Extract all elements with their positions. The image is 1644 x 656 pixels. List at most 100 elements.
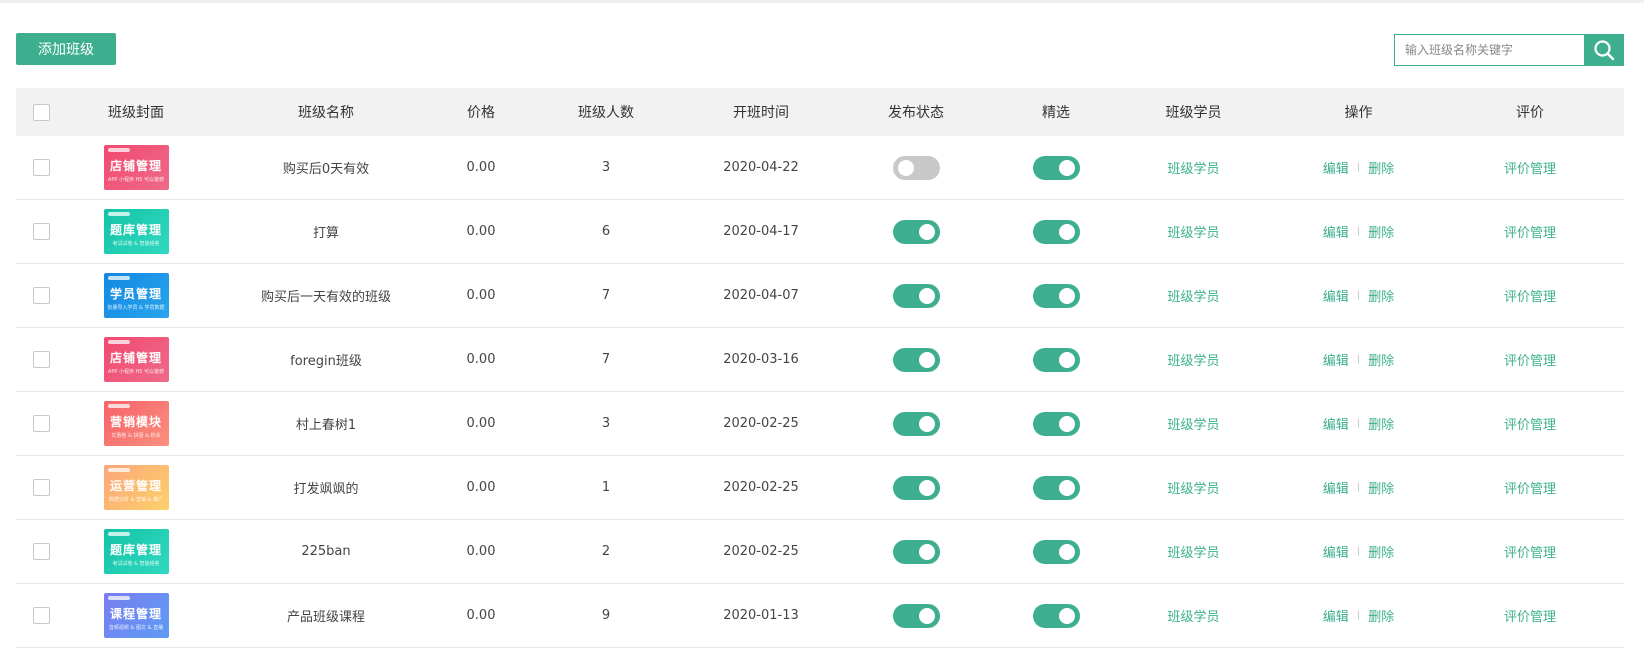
action-separator: | <box>1356 418 1361 429</box>
brand-logo <box>107 404 130 408</box>
class-students-link[interactable]: 班级学员 <box>1167 414 1219 433</box>
publish-toggle[interactable] <box>892 539 940 564</box>
featured-toggle[interactable] <box>1032 411 1080 436</box>
action-separator: | <box>1356 162 1361 173</box>
brand-logo <box>107 532 130 536</box>
delete-link[interactable]: 删除 <box>1368 350 1394 369</box>
delete-link[interactable]: 删除 <box>1368 158 1394 177</box>
search-input[interactable] <box>1394 34 1584 66</box>
action-separator: | <box>1356 546 1361 557</box>
column-header-price: 价格 <box>467 105 495 121</box>
rating-management-link[interactable]: 评价管理 <box>1504 478 1556 497</box>
publish-toggle[interactable] <box>892 283 940 308</box>
class-student-count: 6 <box>601 224 611 239</box>
row-checkbox[interactable] <box>32 607 50 624</box>
delete-link[interactable]: 删除 <box>1368 478 1394 497</box>
brand-logo <box>107 212 130 216</box>
class-student-count: 7 <box>601 288 611 303</box>
class-table: 班级封面 班级名称 价格 班级人数 开班时间 发布状态 精选 班级学员 操作 评… <box>16 88 1624 648</box>
edit-link[interactable]: 编辑 <box>1323 286 1349 305</box>
rating-management-link[interactable]: 评价管理 <box>1504 158 1556 177</box>
class-students-link[interactable]: 班级学员 <box>1167 158 1219 177</box>
row-checkbox[interactable] <box>32 223 50 240</box>
row-checkbox[interactable] <box>32 543 50 560</box>
rating-management-link[interactable]: 评价管理 <box>1504 286 1556 305</box>
delete-link[interactable]: 删除 <box>1368 222 1394 241</box>
search-button[interactable] <box>1584 34 1624 66</box>
add-class-button[interactable]: 添加班级 <box>16 33 116 65</box>
row-checkbox[interactable] <box>32 287 50 304</box>
edit-link[interactable]: 编辑 <box>1323 414 1349 433</box>
rating-management-link[interactable]: 评价管理 <box>1504 606 1556 625</box>
class-name: 225ban <box>301 544 351 559</box>
publish-toggle[interactable] <box>892 219 940 244</box>
cover-subtitle: 批量导入学员 & 学员数据 <box>107 304 165 311</box>
edit-link[interactable]: 编辑 <box>1323 478 1349 497</box>
delete-link[interactable]: 删除 <box>1368 606 1394 625</box>
cover-title: 营销模块 <box>109 414 162 429</box>
edit-link[interactable]: 编辑 <box>1323 606 1349 625</box>
table-body: 店铺管理 APP 小程序 H5 可以装修 购买后0天有效 0.00 3 2020-04-2… <box>16 136 1624 648</box>
search-icon <box>1594 40 1615 61</box>
featured-toggle[interactable] <box>1032 219 1080 244</box>
class-student-count: 9 <box>601 608 611 623</box>
toggle-knob <box>918 223 935 240</box>
class-start-date: 2020-02-25 <box>723 416 799 431</box>
publish-toggle[interactable] <box>892 475 940 500</box>
rating-management-link[interactable]: 评价管理 <box>1504 414 1556 433</box>
top-divider <box>0 0 1644 3</box>
class-cover-image: 营销模块 优惠卷 & 拼团 & 秒杀 <box>103 401 169 446</box>
featured-toggle[interactable] <box>1032 283 1080 308</box>
class-students-link[interactable]: 班级学员 <box>1167 542 1219 561</box>
cover-title: 题库管理 <box>109 542 162 557</box>
publish-toggle[interactable] <box>892 411 940 436</box>
search-bar <box>1394 34 1624 66</box>
class-students-link[interactable]: 班级学员 <box>1167 350 1219 369</box>
class-students-link[interactable]: 班级学员 <box>1167 222 1219 241</box>
row-checkbox[interactable] <box>32 351 50 368</box>
delete-link[interactable]: 删除 <box>1368 286 1394 305</box>
class-name: 打发飒飒的 <box>293 482 359 497</box>
featured-toggle[interactable] <box>1032 475 1080 500</box>
toggle-knob <box>1058 351 1075 368</box>
row-checkbox[interactable] <box>32 159 50 176</box>
cover-subtitle: APP 小程序 H5 可以装修 <box>107 176 165 183</box>
class-price: 0.00 <box>466 288 496 303</box>
class-name: 购买后0天有效 <box>282 162 370 177</box>
cover-title: 课程管理 <box>109 606 162 621</box>
edit-link[interactable]: 编辑 <box>1323 222 1349 241</box>
delete-link[interactable]: 删除 <box>1368 542 1394 561</box>
publish-toggle[interactable] <box>892 603 940 628</box>
publish-toggle[interactable] <box>892 155 940 180</box>
toggle-knob <box>1058 223 1075 240</box>
featured-toggle[interactable] <box>1032 603 1080 628</box>
cover-subtitle: 考试试卷 & 智能组卷 <box>112 240 160 247</box>
rating-management-link[interactable]: 评价管理 <box>1504 350 1556 369</box>
brand-logo <box>107 468 130 472</box>
rating-management-link[interactable]: 评价管理 <box>1504 222 1556 241</box>
toggle-knob <box>1058 415 1075 432</box>
publish-toggle[interactable] <box>892 347 940 372</box>
table-row: 课程管理 音频视频 & 图文 & 直播 产品班级课程 0.00 9 2020-01-13 班… <box>16 584 1624 648</box>
brand-logo <box>107 340 130 344</box>
rating-management-link[interactable]: 评价管理 <box>1504 542 1556 561</box>
class-students-link[interactable]: 班级学员 <box>1167 606 1219 625</box>
class-student-count: 7 <box>601 352 611 367</box>
row-checkbox[interactable] <box>32 479 50 496</box>
class-name: 村上春树1 <box>295 418 357 433</box>
featured-toggle[interactable] <box>1032 539 1080 564</box>
class-students-link[interactable]: 班级学员 <box>1167 286 1219 305</box>
edit-link[interactable]: 编辑 <box>1323 350 1349 369</box>
class-start-date: 2020-02-25 <box>723 544 799 559</box>
edit-link[interactable]: 编辑 <box>1323 158 1349 177</box>
featured-toggle[interactable] <box>1032 155 1080 180</box>
row-checkbox[interactable] <box>32 415 50 432</box>
delete-link[interactable]: 删除 <box>1368 414 1394 433</box>
edit-link[interactable]: 编辑 <box>1323 542 1349 561</box>
column-header-cover: 班级封面 <box>108 105 164 121</box>
class-students-link[interactable]: 班级学员 <box>1167 478 1219 497</box>
select-all-checkbox[interactable] <box>32 103 50 121</box>
featured-toggle[interactable] <box>1032 347 1080 372</box>
action-separator: | <box>1356 290 1361 301</box>
class-student-count: 3 <box>601 416 611 431</box>
